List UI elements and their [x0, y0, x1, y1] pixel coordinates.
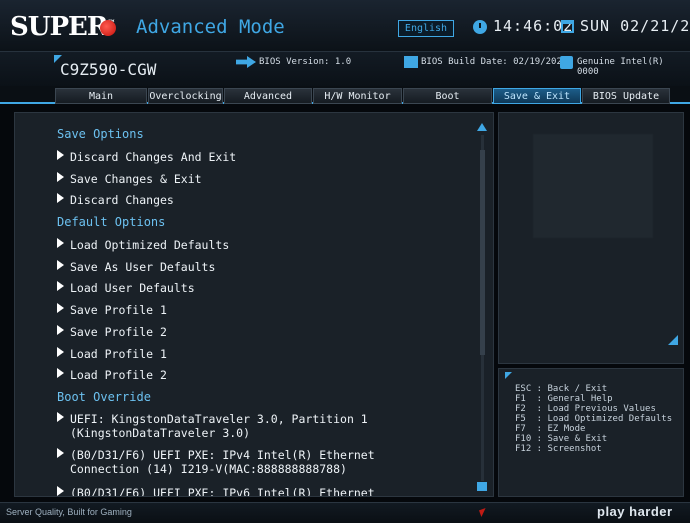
brand-text: SUPER — [10, 12, 108, 42]
corner-accent-icon — [668, 335, 678, 345]
bios-version: BIOS Version: 1.0 — [259, 57, 352, 67]
menu-item-boot-uefi-kingston[interactable]: UEFI: KingstonDataTraveler 3.0, Partitio… — [57, 412, 368, 440]
triangle-right-icon — [57, 193, 64, 203]
logo-dot-icon — [100, 20, 116, 36]
menu-item-label: Save As User Defaults — [70, 260, 216, 274]
menu-item-boot-pxe-ipv6[interactable]: (B0/D31/F6) UEFI PXE: IPv6 Intel(R) Ethe… — [57, 486, 375, 496]
tab-overclocking[interactable]: Overclocking — [148, 88, 223, 104]
system-date[interactable]: SUN 02/21/2021 — [580, 17, 690, 35]
section-header-default-options: Default Options — [57, 215, 166, 229]
menu-item-load-optimized-defaults[interactable]: Load Optimized Defaults — [57, 238, 229, 252]
triangle-right-icon — [57, 368, 64, 378]
triangle-right-icon — [57, 260, 64, 270]
scrollbar-thumb[interactable] — [480, 150, 485, 355]
menu-item-discard-changes-and-exit[interactable]: Discard Changes And Exit — [57, 150, 236, 164]
menu-item-save-as-user-defaults[interactable]: Save As User Defaults — [57, 260, 215, 274]
cpu-info: Genuine Intel(R) 0000 — [577, 57, 664, 77]
help-line: F2 : Load Previous Values — [515, 404, 656, 414]
help-line: F12 : Screenshot — [515, 444, 602, 454]
menu-item-label: (B0/D31/F6) UEFI PXE: IPv4 Intel(R) Ethe… — [70, 448, 375, 462]
tab-boot[interactable]: Boot — [403, 88, 492, 104]
help-line: ESC : Back / Exit — [515, 384, 608, 394]
menu-item-boot-pxe-ipv4[interactable]: (B0/D31/F6) UEFI PXE: IPv4 Intel(R) Ethe… — [57, 448, 375, 476]
tab-bios-update[interactable]: BIOS Update — [582, 88, 670, 104]
menu-item-clip: (B0/D31/F6) UEFI PXE: IPv6 Intel(R) Ethe… — [14, 484, 478, 496]
triangle-right-icon — [57, 325, 64, 335]
menu-item-save-changes-and-exit[interactable]: Save Changes & Exit — [57, 172, 202, 186]
corner-accent-icon — [505, 372, 512, 379]
scroll-down-arrow-icon[interactable] — [477, 482, 487, 491]
triangle-right-icon — [57, 486, 64, 496]
scroll-up-arrow-icon[interactable] — [477, 123, 487, 131]
menu-item-label: Save Profile 2 — [70, 325, 167, 339]
section-header-boot-override: Boot Override — [57, 390, 151, 404]
slogan: play harder — [597, 504, 673, 519]
help-line: F1 : General Help — [515, 394, 613, 404]
triangle-right-icon — [57, 172, 64, 182]
menu-item-label: (B0/D31/F6) UEFI PXE: IPv6 Intel(R) Ethe… — [70, 486, 375, 496]
menu-item-label: Load User Defaults — [70, 281, 195, 295]
menu-item-label: Load Optimized Defaults — [70, 238, 230, 252]
preview-box — [533, 134, 653, 238]
triangle-right-icon — [57, 347, 64, 357]
menu-item-label: Load Profile 2 — [70, 368, 167, 382]
supermicro-logo: SUPER™ — [10, 12, 115, 42]
tab-advanced[interactable]: Advanced — [224, 88, 312, 104]
triangle-right-icon — [57, 448, 64, 458]
menu-item-discard-changes[interactable]: Discard Changes — [57, 193, 174, 207]
triangle-right-icon — [57, 412, 64, 422]
section-header-save-options: Save Options — [57, 127, 144, 141]
bios-build-date: BIOS Build Date: 02/19/2021 — [421, 57, 568, 67]
help-line: F7 : EZ Mode — [515, 424, 586, 434]
tagline: Server Quality, Built for Gaming — [6, 507, 132, 517]
menu-item-label: Save Profile 1 — [70, 303, 167, 317]
cpu-icon — [560, 56, 573, 69]
menu-item-label: Discard Changes And Exit — [70, 150, 237, 164]
menu-item-label: Discard Changes — [70, 193, 174, 207]
mode-title: Advanced Mode — [136, 16, 285, 38]
menu-item-load-profile-1[interactable]: Load Profile 1 — [57, 347, 167, 361]
triangle-right-icon — [57, 303, 64, 313]
menu-item-label: Save Changes & Exit — [70, 172, 202, 186]
tab-save-exit[interactable]: Save & Exit — [493, 88, 581, 104]
triangle-right-icon — [57, 281, 64, 291]
menu-item-save-profile-1[interactable]: Save Profile 1 — [57, 303, 167, 317]
tab-hw-monitor[interactable]: H/W Monitor — [313, 88, 402, 104]
menu-item-save-profile-2[interactable]: Save Profile 2 — [57, 325, 167, 339]
clock-icon — [473, 20, 487, 34]
menu-item-label: Load Profile 1 — [70, 347, 167, 361]
language-button[interactable]: English — [398, 20, 454, 37]
menu-item-sublabel: (KingstonDataTraveler 3.0) — [70, 426, 251, 440]
triangle-right-icon — [57, 238, 64, 248]
help-line: F5 : Load Optimized Defaults — [515, 414, 673, 424]
triangle-right-icon — [57, 150, 64, 160]
menu-item-sublabel: Connection (14) I219-V(MAC:888888888788) — [70, 462, 347, 476]
hotkey-help-list: ESC : Back / Exit F1 : General Help F2 :… — [515, 384, 672, 454]
tab-main[interactable]: Main — [55, 88, 147, 104]
menu-item-load-profile-2[interactable]: Load Profile 2 — [57, 368, 167, 382]
help-line: F10 : Save & Exit — [515, 434, 608, 444]
board-name: C9Z590-CGW — [60, 60, 157, 79]
menu-item-load-user-defaults[interactable]: Load User Defaults — [57, 281, 195, 295]
menu-item-label: UEFI: KingstonDataTraveler 3.0, Partitio… — [70, 412, 368, 426]
build-date-icon — [404, 56, 418, 68]
calendar-icon — [561, 20, 574, 33]
